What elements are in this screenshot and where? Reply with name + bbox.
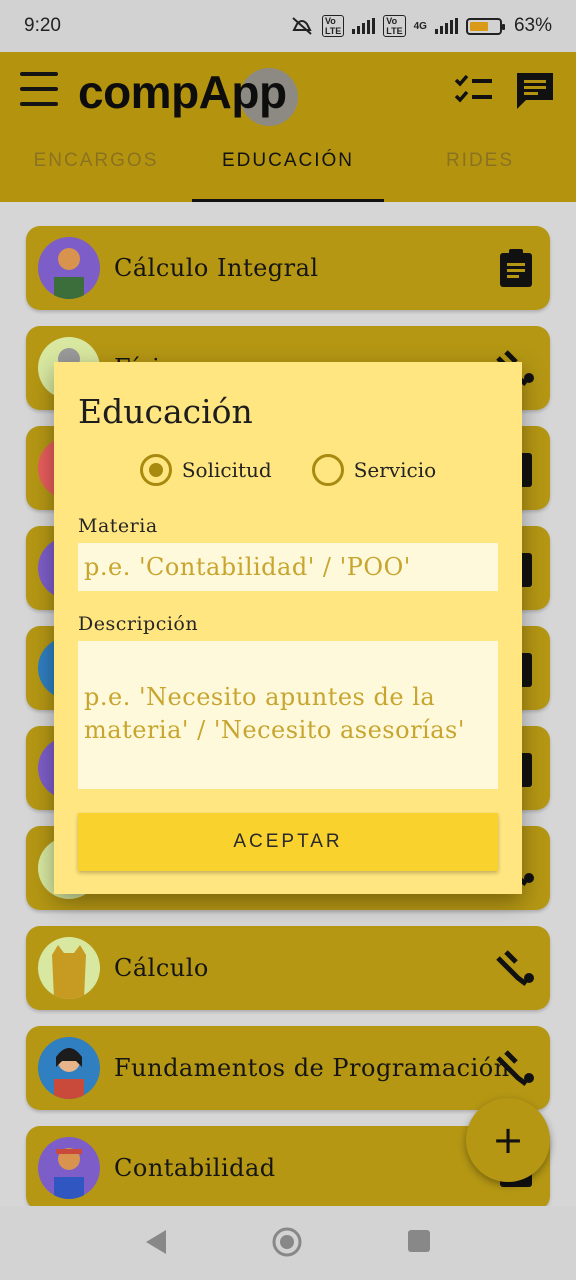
tab-rides[interactable]: RIDES	[384, 136, 576, 202]
radio-solicitud[interactable]: Solicitud	[139, 454, 272, 486]
materia-label: Materia	[78, 515, 158, 537]
recents-icon[interactable]	[406, 1228, 432, 1254]
descripcion-input[interactable]: p.e. 'Necesito apuntes de la materia' / …	[78, 641, 498, 789]
tab-bar: ENCARGOS EDUCACIÓN RIDES	[0, 136, 576, 202]
radio-servicio-label: Servicio	[353, 458, 437, 482]
radio-unchecked-icon[interactable]	[311, 454, 344, 486]
descripcion-label: Descripción	[78, 613, 199, 635]
request-type-radio-group: Solicitud Servicio	[78, 453, 498, 487]
tab-educacion[interactable]: EDUCACIÓN	[192, 136, 384, 202]
list-item-title: Fundamentos de Programación	[114, 1054, 510, 1082]
clipboard-icon[interactable]	[496, 248, 536, 288]
education-dialog: Educación Solicitud Servicio Materia p.e…	[54, 362, 522, 894]
list-item-title: Cálculo Integral	[114, 254, 319, 282]
signal-icon	[352, 18, 376, 34]
handshake-icon[interactable]	[496, 1048, 536, 1088]
materia-input[interactable]: p.e. 'Contabilidad' / 'POO'	[78, 543, 498, 591]
status-time: 9:20	[24, 15, 61, 36]
network-type: 4G	[413, 20, 427, 32]
battery-icon	[465, 17, 505, 35]
accept-button[interactable]: ACEPTAR	[78, 813, 498, 871]
dialog-title: Educación	[78, 392, 253, 431]
hamburger-menu-icon[interactable]	[20, 72, 58, 110]
app-logo: compApp	[78, 62, 298, 126]
avatar	[38, 1037, 100, 1099]
back-icon[interactable]	[144, 1228, 168, 1256]
home-icon[interactable]	[271, 1226, 303, 1258]
avatar	[38, 1137, 100, 1199]
list-item[interactable]: Cálculo Integral	[26, 226, 550, 310]
list-item[interactable]: Fundamentos de Programación	[26, 1026, 550, 1110]
volte-badge-2: Vo LTE	[383, 15, 406, 37]
app-bar: compApp ENCARGOS EDUCACIÓN RIDES	[0, 52, 576, 202]
tab-encargos[interactable]: ENCARGOS	[0, 136, 192, 202]
radio-solicitud-label: Solicitud	[181, 458, 272, 482]
checklist-icon[interactable]	[452, 70, 494, 112]
list-item-title: Cálculo	[114, 954, 209, 982]
chat-icon[interactable]	[514, 70, 556, 112]
system-nav-bar	[0, 1206, 576, 1280]
volte-badge: Vo LTE	[321, 15, 345, 37]
status-icons: Vo LTE Vo LTE 4G 63%	[290, 15, 552, 37]
battery-percent: 63%	[513, 15, 552, 36]
descripcion-placeholder-line2: materia' / 'Necesito asesorías'	[84, 716, 465, 744]
add-fab-button[interactable]: +	[466, 1098, 550, 1182]
signal-icon-2	[434, 18, 458, 34]
silent-alarm-icon	[292, 17, 312, 35]
list-item-title: Contabilidad	[114, 1154, 276, 1182]
avatar	[38, 237, 100, 299]
logo-text: compApp	[78, 66, 287, 118]
list-item[interactable]: Cálculo	[26, 926, 550, 1010]
radio-checked-icon[interactable]	[139, 454, 172, 486]
descripcion-placeholder-line1: p.e. 'Necesito apuntes de la	[84, 683, 436, 711]
status-bar: 9:20 Vo LTE Vo LTE 4G 63%	[0, 0, 576, 52]
avatar	[38, 937, 100, 999]
handshake-icon[interactable]	[496, 948, 536, 988]
radio-servicio[interactable]: Servicio	[311, 454, 437, 486]
